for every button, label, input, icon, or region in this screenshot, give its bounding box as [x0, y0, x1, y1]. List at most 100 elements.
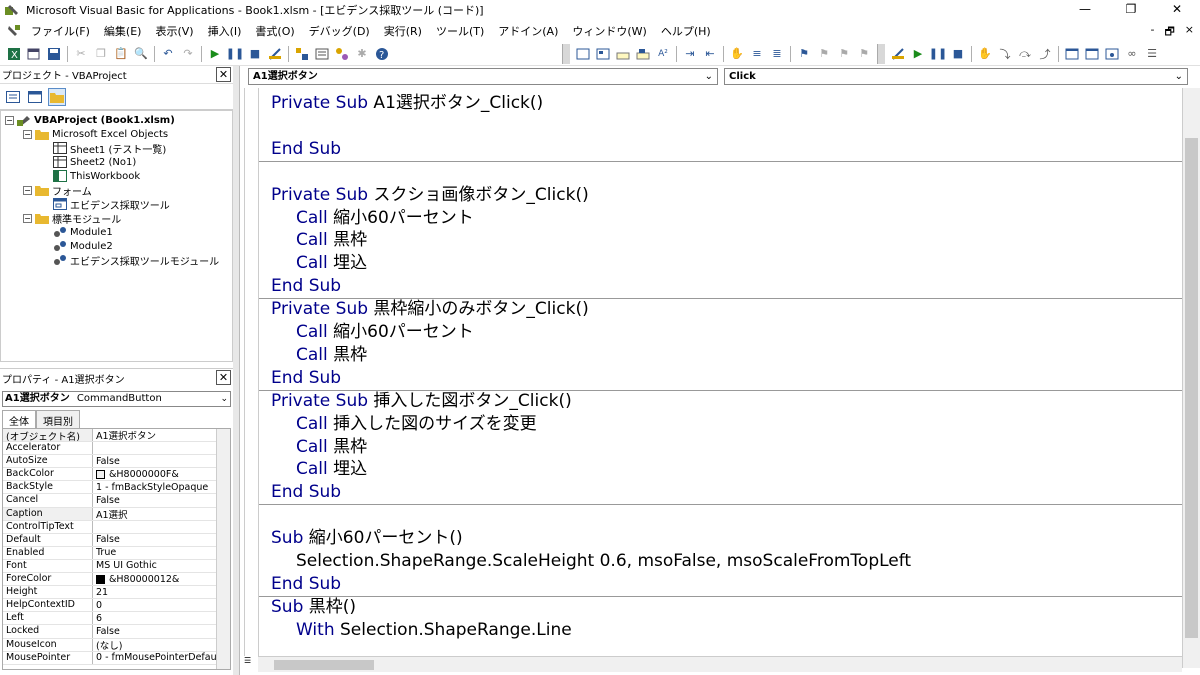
- chevron-down-icon[interactable]: ⌄: [220, 392, 228, 406]
- property-row[interactable]: (オブジェクト名) A1選択ボタン: [3, 429, 230, 443]
- tree-node-sheet1[interactable]: Sheet1 (テスト一覧): [53, 141, 166, 156]
- code-line[interactable]: Call 縮小60パーセント: [296, 207, 474, 230]
- property-row[interactable]: Font MS UI Gothic: [3, 559, 230, 574]
- toggle-bookmark-icon[interactable]: ⚑: [795, 45, 813, 63]
- code-line[interactable]: End Sub: [271, 573, 341, 596]
- design-mode-icon[interactable]: [266, 45, 284, 63]
- code-line[interactable]: End Sub: [271, 481, 341, 504]
- property-value[interactable]: True: [93, 547, 230, 559]
- property-value[interactable]: MS UI Gothic: [93, 560, 230, 572]
- property-value[interactable]: 1 - fmBackStyleOpaque: [93, 481, 230, 493]
- code-editor[interactable]: Private Sub A1選択ボタン_Click() End Sub Privat…: [244, 88, 1182, 656]
- property-row[interactable]: MouseIcon (なし): [3, 638, 230, 652]
- code-line[interactable]: Call 黒枠: [296, 344, 367, 367]
- property-row[interactable]: Accelerator: [3, 442, 230, 456]
- property-row[interactable]: Height 21: [3, 586, 230, 600]
- code-line[interactable]: End Sub: [271, 367, 341, 390]
- code-line[interactable]: End Sub: [271, 138, 341, 161]
- chevron-down-icon[interactable]: ⌄: [705, 69, 713, 84]
- property-row[interactable]: AutoSize False: [3, 455, 230, 469]
- property-value[interactable]: [93, 442, 230, 454]
- list-members-icon[interactable]: [574, 45, 592, 63]
- code-line[interactable]: Call 埋込: [296, 252, 367, 275]
- uncomment-block-icon[interactable]: ≣: [768, 45, 786, 63]
- tree-node-forms[interactable]: − フォーム: [23, 183, 92, 198]
- tree-node-vbaproject[interactable]: − VBAProject (Book1.xlsm): [5, 113, 175, 127]
- collapse-icon[interactable]: −: [23, 129, 32, 139]
- mdi-restore-button[interactable]: 🗗: [1164, 23, 1174, 42]
- toggle-breakpoint-icon[interactable]: ✋: [728, 45, 746, 63]
- code-line[interactable]: End Sub: [271, 275, 341, 298]
- procedure-combo[interactable]: Click ⌄: [724, 68, 1188, 85]
- previous-bookmark-icon[interactable]: ⚑: [835, 45, 853, 63]
- property-row[interactable]: Locked False: [3, 625, 230, 639]
- menu-window[interactable]: ウィンドウ(W): [565, 23, 653, 39]
- code-line[interactable]: Call 縮小60パーセント: [296, 321, 474, 344]
- cut-icon[interactable]: ✂: [72, 45, 90, 63]
- property-value[interactable]: [93, 521, 230, 533]
- property-row[interactable]: Enabled True: [3, 546, 230, 560]
- next-bookmark-icon[interactable]: ⚑: [815, 45, 833, 63]
- object-combo[interactable]: A1選択ボタン ⌄: [248, 68, 718, 85]
- property-row[interactable]: BackColor &H8000000F&: [3, 468, 230, 482]
- object-browser-icon[interactable]: [333, 45, 351, 63]
- scrollbar-thumb[interactable]: [1185, 138, 1198, 638]
- property-value[interactable]: False: [93, 534, 230, 546]
- excel-icon[interactable]: [5, 22, 23, 40]
- watch-window-icon[interactable]: [1103, 45, 1121, 63]
- list-constants-icon[interactable]: [594, 45, 612, 63]
- quick-watch-icon[interactable]: ∞: [1123, 45, 1141, 63]
- property-value-color[interactable]: &H80000012&: [93, 573, 230, 585]
- menu-run[interactable]: 実行(R): [377, 23, 429, 39]
- insert-userform-icon[interactable]: [25, 45, 43, 63]
- code-horizontal-scrollbar[interactable]: [258, 656, 1182, 672]
- restore-button[interactable]: ❐: [1108, 0, 1154, 20]
- property-value[interactable]: False: [93, 455, 230, 467]
- property-value[interactable]: 21: [93, 586, 230, 598]
- property-row[interactable]: Default False: [3, 533, 230, 547]
- minimize-button[interactable]: —: [1062, 0, 1108, 20]
- tree-node-standard-modules[interactable]: − 標準モジュール: [23, 211, 121, 226]
- step-out-icon[interactable]: ⤴: [1036, 45, 1054, 63]
- comment-block-icon[interactable]: ≡: [748, 45, 766, 63]
- code-line[interactable]: Sub 縮小60パーセント(): [271, 527, 463, 550]
- scrollbar-thumb[interactable]: [274, 660, 374, 670]
- design-mode-2-icon[interactable]: [889, 45, 907, 63]
- paste-icon[interactable]: 📋: [112, 45, 130, 63]
- code-line[interactable]: With Selection.ShapeRange.Line: [296, 619, 572, 642]
- project-explorer-icon[interactable]: [293, 45, 311, 63]
- property-row[interactable]: MousePointer 0 - fmMousePointerDefau: [3, 651, 230, 665]
- toggle-breakpoint-2-icon[interactable]: ✋: [976, 45, 994, 63]
- property-row[interactable]: ForeColor &H80000012&: [3, 573, 230, 587]
- property-row[interactable]: Cancel False: [3, 494, 230, 508]
- tree-node-module2[interactable]: Module2: [53, 239, 113, 253]
- property-row[interactable]: Left 6: [3, 612, 230, 626]
- tree-node-thisworkbook[interactable]: ThisWorkbook: [53, 169, 140, 183]
- tree-node-evidence-module[interactable]: エビデンス採取ツールモジュール: [53, 253, 219, 268]
- menu-debug[interactable]: デバッグ(D): [302, 23, 377, 39]
- menu-file[interactable]: ファイル(F): [24, 23, 97, 39]
- tree-node-sheet2[interactable]: Sheet2 (No1): [53, 155, 136, 169]
- property-row[interactable]: Caption A1選択: [3, 507, 230, 521]
- tree-node-excel-objects[interactable]: − Microsoft Excel Objects: [23, 127, 168, 141]
- code-line[interactable]: Private Sub スクショ画像ボタン_Click(): [271, 184, 589, 207]
- code-line[interactable]: Call 埋込: [296, 458, 367, 481]
- collapse-icon[interactable]: −: [5, 115, 14, 125]
- code-line[interactable]: Selection.ShapeRange.ScaleHeight 0.6, ms…: [296, 550, 911, 573]
- call-stack-icon[interactable]: ☰: [1143, 45, 1161, 63]
- properties-pane-close-button[interactable]: ✕: [216, 370, 231, 385]
- parameter-info-icon[interactable]: [634, 45, 652, 63]
- menu-edit[interactable]: 編集(E): [97, 23, 149, 39]
- collapse-icon[interactable]: −: [23, 185, 32, 195]
- toggle-folders-icon[interactable]: [48, 87, 66, 106]
- property-row[interactable]: ControlTipText: [3, 520, 230, 534]
- code-line[interactable]: Call 挿入した図のサイズを変更: [296, 413, 537, 436]
- immediate-window-icon[interactable]: [1083, 45, 1101, 63]
- outdent-icon[interactable]: ⇤: [701, 45, 719, 63]
- code-line[interactable]: Call 黒枠: [296, 436, 367, 459]
- object-select[interactable]: A1選択ボタン CommandButton ⌄: [2, 391, 231, 407]
- tree-node-evidence-form[interactable]: エビデンス採取ツール: [53, 197, 170, 212]
- tree-node-module1[interactable]: Module1: [53, 225, 113, 239]
- code-vertical-scrollbar[interactable]: [1182, 88, 1200, 668]
- properties-scrollbar[interactable]: [216, 429, 230, 669]
